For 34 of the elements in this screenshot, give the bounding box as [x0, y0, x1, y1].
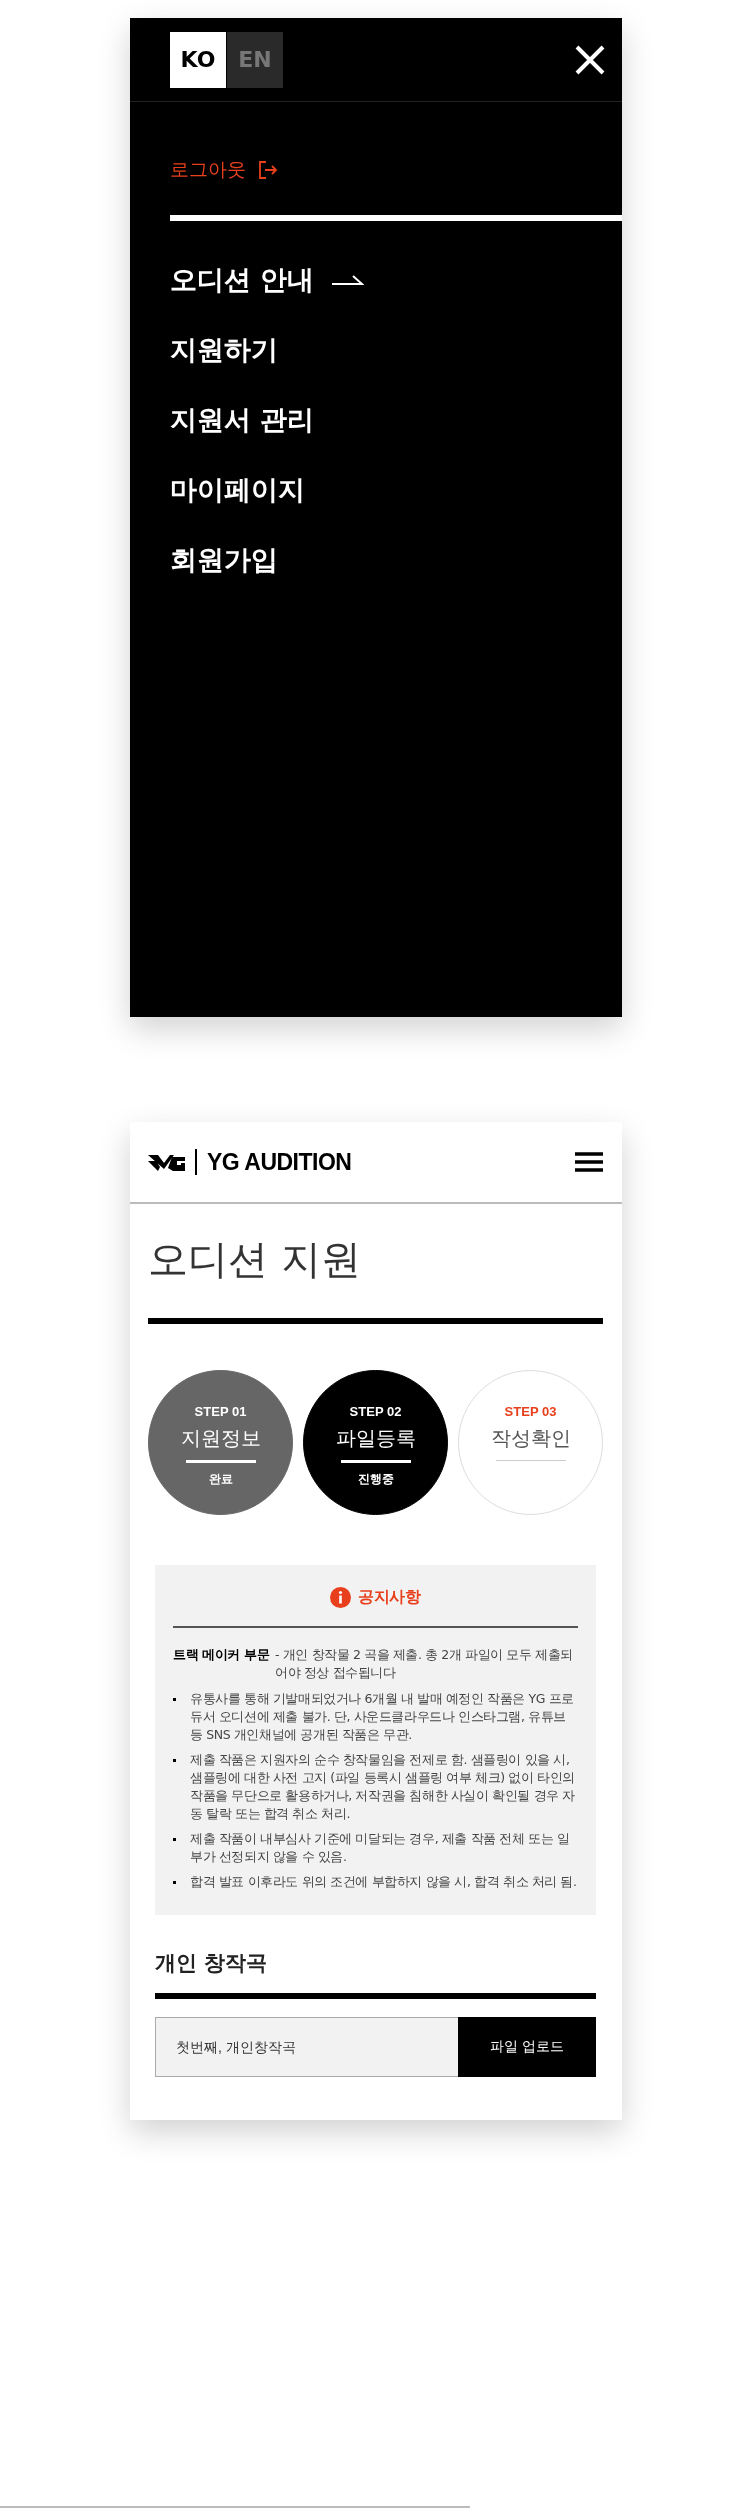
step-label: 작성확인	[490, 1425, 571, 1452]
notice-item: 제출 작품은 지원자의 순수 창작물임을 전제로 함. 샘플링이 있을 시, 샘플링에 대한 사전 고지 (파일 등록시 샘플링 여부 체크) 없이 타인의 작품을 무단으로 활용하거나, 저작권을 침해한 사실이 확인될 경우 자동 탈락 또는 합격 취소 처리.	[190, 1751, 576, 1823]
nav-item[interactable]: 지원하기	[170, 329, 328, 371]
bullet-icon	[173, 1759, 176, 1762]
brand-name: YG AUDITION	[207, 1148, 352, 1176]
step-number: STEP 03	[504, 1404, 557, 1419]
bullet-icon	[173, 1881, 176, 1884]
step-label: 파일등록	[335, 1425, 416, 1452]
language-tab[interactable]: KO	[170, 31, 226, 88]
logout-icon	[258, 160, 278, 180]
step-status: 완료	[208, 1471, 233, 1488]
notice-title: 공지사항	[358, 1587, 421, 1608]
step-number: STEP 02	[349, 1404, 402, 1419]
menu-button[interactable]	[575, 1152, 603, 1172]
bullet-icon	[173, 1698, 176, 1701]
info-icon	[330, 1587, 352, 1608]
step-label: 지원정보	[180, 1425, 261, 1452]
logout-link[interactable]: 로그아웃	[170, 157, 278, 183]
file-field[interactable]: 첫번째, 개인창작곡	[155, 2017, 458, 2077]
nav-item[interactable]: 마이페이지	[170, 469, 355, 511]
nav-item[interactable]: 지원서 관리	[170, 399, 365, 441]
nav-item[interactable]: 오디션 안내	[170, 259, 365, 301]
step-status: 진행중	[357, 1471, 394, 1488]
notice-item: 합격 발표 이후라도 위의 조건에 부합하지 않을 시, 합격 취소 처리 됨.	[190, 1873, 577, 1891]
notice-item: 제출 작품이 내부심사 기준에 미달되는 경우, 제출 작품 전체 또는 일부가 선정되지 않을 수 있음.	[190, 1830, 571, 1866]
nav-item[interactable]: 회원가입	[170, 539, 328, 581]
upload-button[interactable]: 파일 업로드	[458, 2017, 596, 2077]
bullet-icon	[173, 1838, 176, 1841]
page-title: 오디션 지원	[148, 1235, 362, 1284]
section-title: 개인 창작곡	[155, 1950, 269, 1977]
step-number: STEP 01	[194, 1404, 247, 1419]
notice-category: 트랙 메이커 부문	[173, 1646, 270, 1664]
notice-text: - 개인 창작물 2 곡을 제출. 총 2개 파일이 모두 제출되어야 정상 접수됩니다	[275, 1646, 575, 1682]
notice-item: 유통사를 통해 기발매되었거나 6개월 내 발매 예정인 작품은 YG 프로듀서 오디션에 제출 불가. 단, 사운드클라우드나 인스타그램, 유튜브 등 SNS 개인채널에 공개된 작품은 무관.	[190, 1690, 575, 1744]
